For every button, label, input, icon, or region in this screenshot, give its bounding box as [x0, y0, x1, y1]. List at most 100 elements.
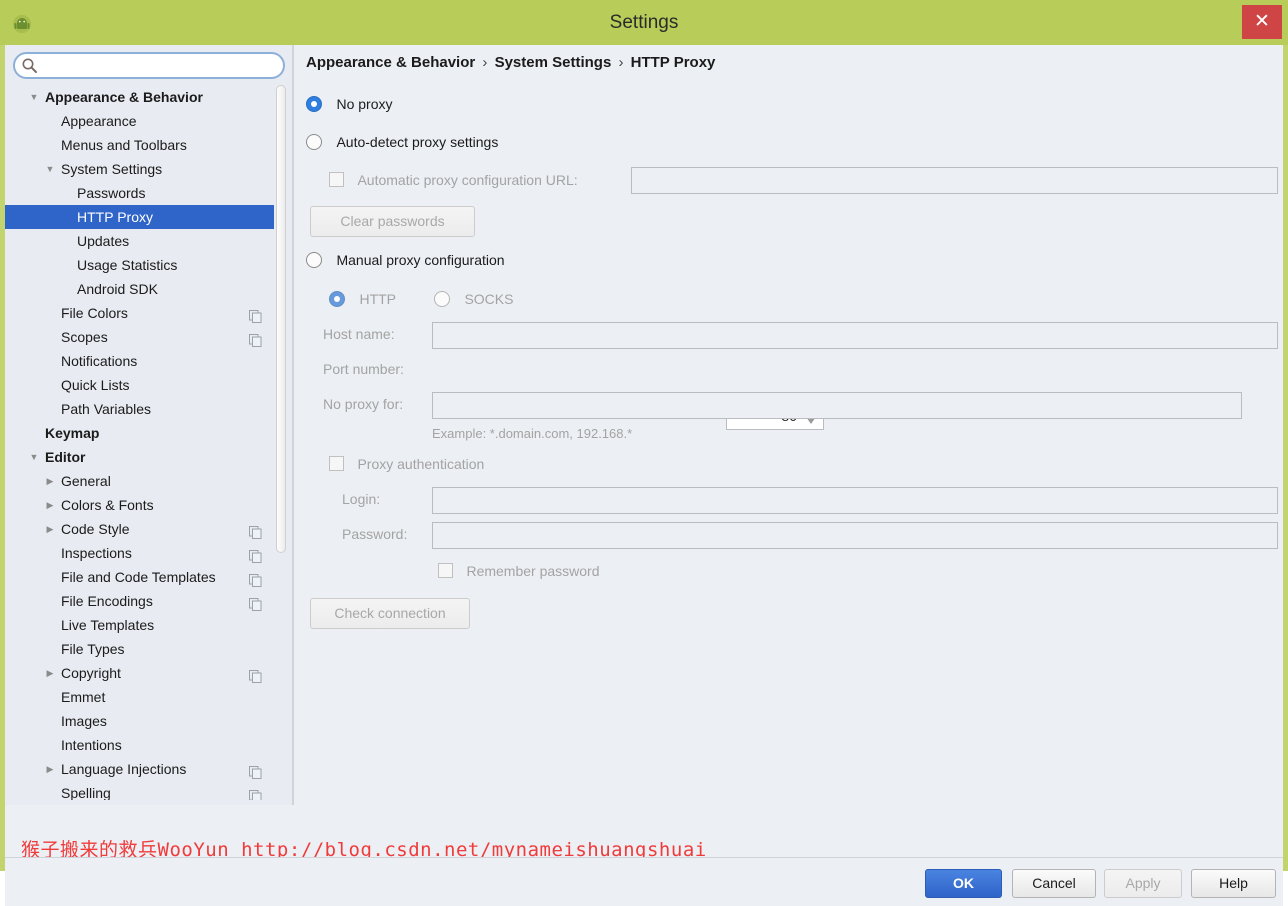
tree-spacer	[59, 229, 73, 253]
chevron-right-icon[interactable]: ▶	[43, 469, 57, 493]
sidebar-item-general[interactable]: ▶General	[5, 469, 278, 493]
host-name-label: Host name:	[323, 326, 395, 342]
tree-spacer	[43, 781, 57, 800]
remember-password-checkbox[interactable]	[438, 563, 453, 578]
check-connection-button[interactable]: Check connection	[310, 598, 470, 629]
sidebar-item-language-injections[interactable]: ▶Language Injections	[5, 757, 278, 781]
auto-url-checkbox[interactable]	[329, 172, 344, 187]
password-input[interactable]	[432, 522, 1278, 549]
settings-dialog: Settings ✕ ▼Appearance & BehaviorAppeara…	[0, 0, 1288, 871]
auto-detect-radio[interactable]	[306, 134, 322, 150]
sidebar-item-file-colors[interactable]: File Colors	[5, 301, 278, 325]
breadcrumb: Appearance & Behavior › System Settings …	[306, 54, 715, 71]
auto-detect-option[interactable]: Auto-detect proxy settings	[306, 133, 498, 151]
ok-button[interactable]: OK	[925, 869, 1002, 898]
dialog-content: ▼Appearance & BehaviorAppearanceMenus an…	[0, 45, 1288, 871]
tree-spacer	[43, 349, 57, 373]
sidebar-item-editor[interactable]: ▼Editor	[5, 445, 278, 469]
sidebar-item-scopes[interactable]: Scopes	[5, 325, 278, 349]
tree-spacer	[59, 253, 73, 277]
chevron-right-icon[interactable]: ▶	[43, 517, 57, 541]
sidebar-item-label: HTTP Proxy	[77, 205, 153, 229]
no-proxy-radio[interactable]	[306, 96, 322, 112]
sidebar-item-code-style[interactable]: ▶Code Style	[5, 517, 278, 541]
copy-settings-icon[interactable]	[249, 594, 262, 607]
chevron-down-icon[interactable]: ▼	[27, 85, 41, 109]
sidebar-item-colors-fonts[interactable]: ▶Colors & Fonts	[5, 493, 278, 517]
sidebar-item-inspections[interactable]: Inspections	[5, 541, 278, 565]
copy-settings-icon[interactable]	[249, 546, 262, 559]
sidebar-item-file-and-code-templates[interactable]: File and Code Templates	[5, 565, 278, 589]
auto-url-option[interactable]: Automatic proxy configuration URL:	[329, 171, 578, 189]
copy-settings-icon[interactable]	[249, 306, 262, 319]
copy-settings-icon[interactable]	[249, 522, 262, 535]
sidebar-item-label: Appearance & Behavior	[45, 85, 203, 109]
search-input[interactable]	[43, 55, 279, 77]
auto-url-input[interactable]	[631, 167, 1278, 194]
sidebar-item-android-sdk[interactable]: Android SDK	[5, 277, 278, 301]
sidebar-item-updates[interactable]: Updates	[5, 229, 278, 253]
sidebar-item-passwords[interactable]: Passwords	[5, 181, 278, 205]
sidebar-item-file-encodings[interactable]: File Encodings	[5, 589, 278, 613]
sidebar-item-usage-statistics[interactable]: Usage Statistics	[5, 253, 278, 277]
clear-passwords-button[interactable]: Clear passwords	[310, 206, 475, 237]
sidebar-item-spelling[interactable]: Spelling	[5, 781, 278, 800]
sidebar-scrollbar-thumb[interactable]	[276, 85, 286, 553]
apply-button[interactable]: Apply	[1104, 869, 1182, 898]
http-option[interactable]: HTTP	[329, 290, 396, 308]
http-radio[interactable]	[329, 291, 345, 307]
sidebar-item-menus-and-toolbars[interactable]: Menus and Toolbars	[5, 133, 278, 157]
sidebar-scrollbar[interactable]	[274, 85, 287, 800]
chevron-right-icon[interactable]: ▶	[43, 661, 57, 685]
sidebar-item-system-settings[interactable]: ▼System Settings	[5, 157, 278, 181]
sidebar-item-notifications[interactable]: Notifications	[5, 349, 278, 373]
copy-settings-icon[interactable]	[249, 330, 262, 343]
close-icon[interactable]: ✕	[1242, 5, 1282, 39]
copy-settings-icon[interactable]	[249, 666, 262, 679]
remember-password-option[interactable]: Remember password	[438, 562, 600, 580]
breadcrumb-part-1[interactable]: Appearance & Behavior	[306, 54, 475, 71]
settings-tree[interactable]: ▼Appearance & BehaviorAppearanceMenus an…	[5, 85, 278, 800]
sidebar-item-path-variables[interactable]: Path Variables	[5, 397, 278, 421]
cancel-button[interactable]: Cancel	[1012, 869, 1096, 898]
sidebar-item-label: File and Code Templates	[61, 565, 216, 589]
no-proxy-option[interactable]: No proxy	[306, 95, 392, 113]
proxy-auth-checkbox[interactable]	[329, 456, 344, 471]
host-name-input[interactable]	[432, 322, 1278, 349]
socks-radio[interactable]	[434, 291, 450, 307]
sidebar-item-emmet[interactable]: Emmet	[5, 685, 278, 709]
manual-proxy-label: Manual proxy configuration	[336, 252, 504, 268]
tree-spacer	[43, 589, 57, 613]
chevron-right-icon[interactable]: ▶	[43, 493, 57, 517]
copy-settings-icon[interactable]	[249, 762, 262, 775]
manual-proxy-radio[interactable]	[306, 252, 322, 268]
sidebar-item-keymap[interactable]: Keymap	[5, 421, 278, 445]
copy-settings-icon[interactable]	[249, 786, 262, 799]
socks-option[interactable]: SOCKS	[434, 290, 513, 308]
chevron-down-icon[interactable]: ▼	[27, 445, 41, 469]
proxy-auth-option[interactable]: Proxy authentication	[329, 455, 484, 473]
copy-settings-icon[interactable]	[249, 570, 262, 583]
breadcrumb-part-2[interactable]: System Settings	[495, 54, 612, 71]
manual-proxy-option[interactable]: Manual proxy configuration	[306, 251, 505, 269]
chevron-down-icon[interactable]: ▼	[43, 157, 57, 181]
sidebar-item-http-proxy[interactable]: HTTP Proxy	[5, 205, 278, 229]
sidebar-item-intentions[interactable]: Intentions	[5, 733, 278, 757]
sidebar-item-file-types[interactable]: File Types	[5, 637, 278, 661]
chevron-right-icon[interactable]: ▶	[43, 757, 57, 781]
login-input[interactable]	[432, 487, 1278, 514]
sidebar-item-appearance-behavior[interactable]: ▼Appearance & Behavior	[5, 85, 278, 109]
search-box[interactable]	[13, 52, 285, 79]
sidebar-item-live-templates[interactable]: Live Templates	[5, 613, 278, 637]
sidebar-item-copyright[interactable]: ▶Copyright	[5, 661, 278, 685]
sidebar-item-label: Editor	[45, 445, 85, 469]
sidebar-item-appearance[interactable]: Appearance	[5, 109, 278, 133]
sidebar-item-label: Live Templates	[61, 613, 154, 637]
no-proxy-for-input[interactable]	[432, 392, 1242, 419]
help-button[interactable]: Help	[1191, 869, 1276, 898]
no-proxy-label: No proxy	[336, 96, 392, 112]
sidebar-item-quick-lists[interactable]: Quick Lists	[5, 373, 278, 397]
sidebar-item-label: Copyright	[61, 661, 121, 685]
sidebar-item-images[interactable]: Images	[5, 709, 278, 733]
tree-spacer	[43, 709, 57, 733]
